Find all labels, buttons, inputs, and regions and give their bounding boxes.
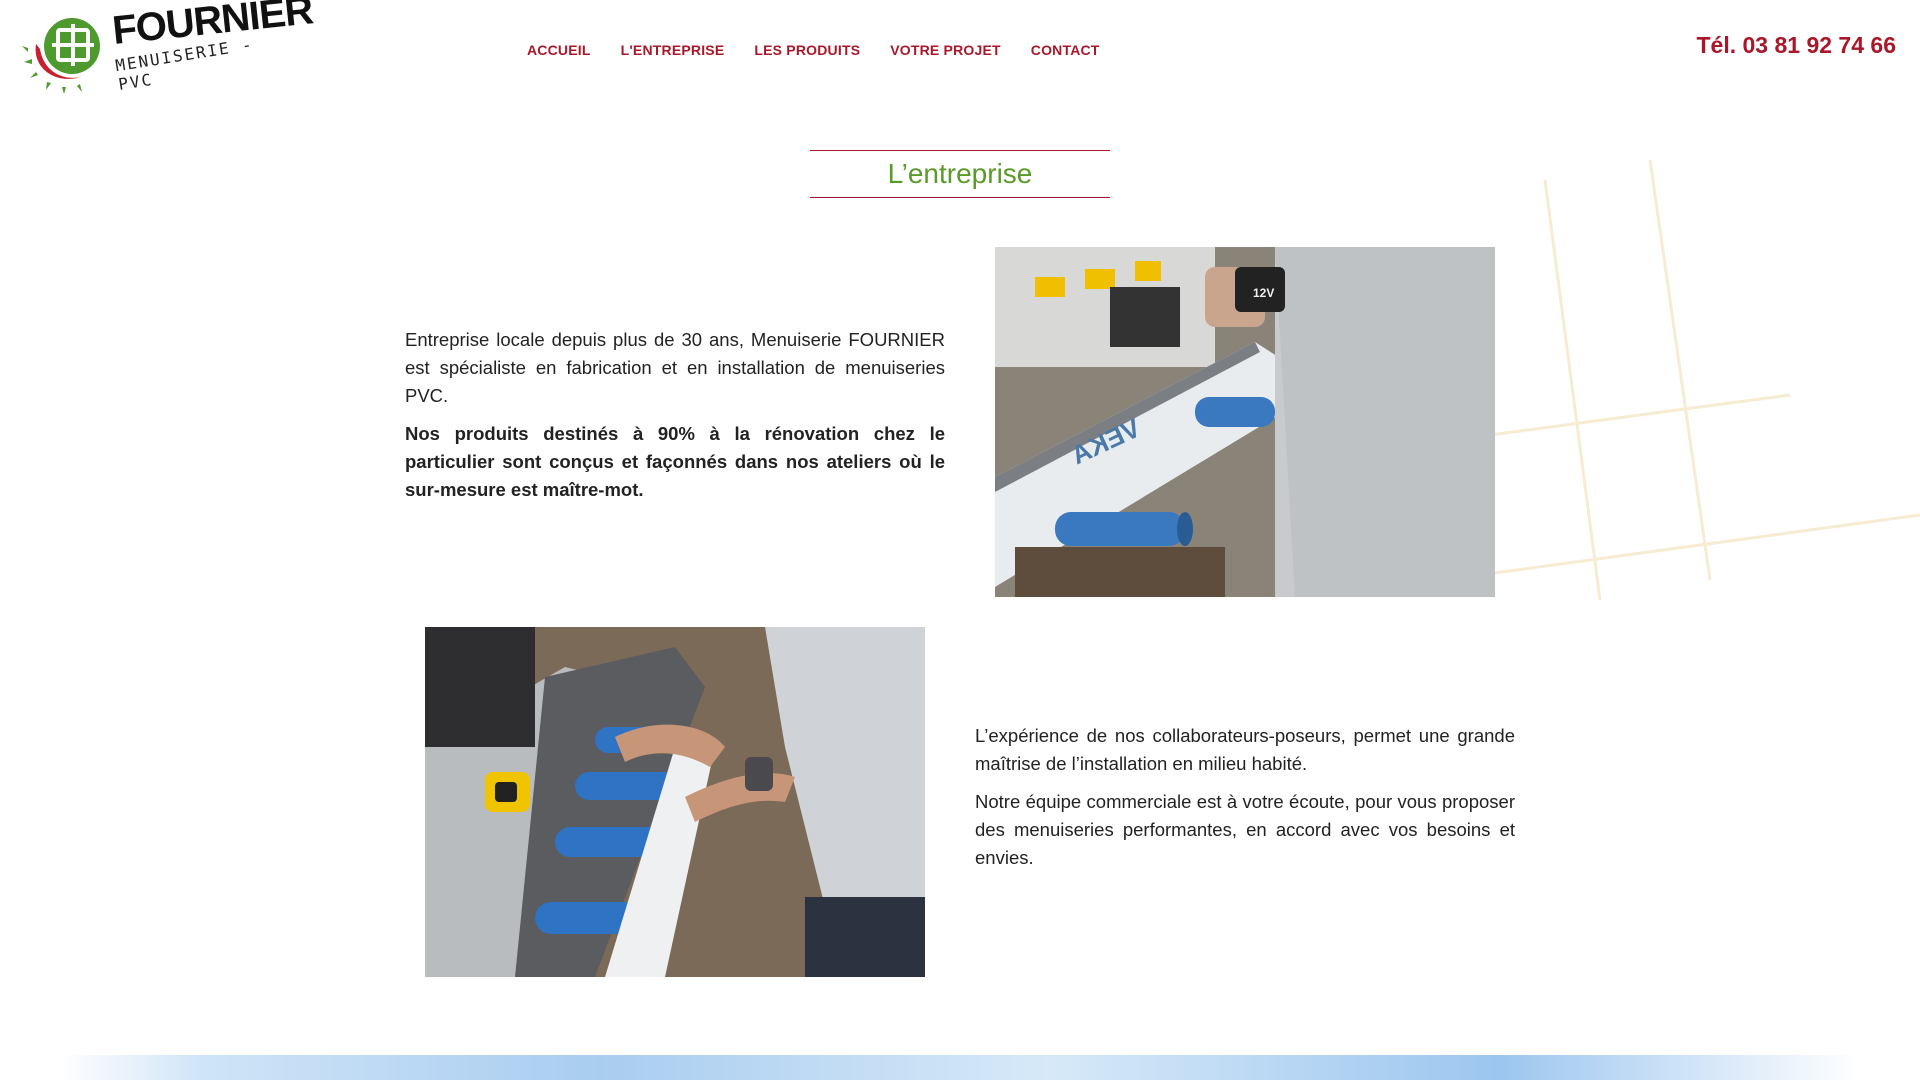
nav-item-accueil[interactable]: ACCUEIL (527, 42, 591, 58)
page-title-frame: L’entreprise (810, 150, 1110, 198)
intro-text: Entreprise locale depuis plus de 30 ans,… (405, 326, 945, 514)
site-header: FOURNIER MENUISERIE - PVC ACCUEIL L'ENTR… (0, 0, 1920, 110)
nav-item-contact[interactable]: CONTACT (1031, 42, 1100, 58)
workshop-photo-drill: 12V VEKA (995, 247, 1495, 597)
nav-item-produits[interactable]: LES PRODUITS (754, 42, 860, 58)
sales-paragraph: Notre équipe commerciale est à votre éco… (975, 791, 1515, 868)
fournier-logo[interactable]: FOURNIER MENUISERIE - PVC (22, 0, 315, 94)
nav-item-projet[interactable]: VOTRE PROJET (890, 42, 1001, 58)
intro-highlight-paragraph: Nos produits destinés à 90% à la rénovat… (405, 423, 945, 500)
intro-paragraph: Entreprise locale depuis plus de 30 ans,… (405, 329, 945, 406)
workshop-photo-measuring (425, 627, 925, 977)
nav-item-entreprise[interactable]: L'ENTREPRISE (621, 42, 725, 58)
main-nav: ACCUEIL L'ENTREPRISE LES PRODUITS VOTRE … (527, 42, 1130, 58)
background-grid-decoration (1480, 159, 1920, 601)
team-text: L’expérience de nos collaborateurs-poseu… (975, 722, 1515, 882)
battery-label: 12V (1253, 286, 1274, 300)
team-paragraph: L’expérience de nos collaborateurs-poseu… (975, 725, 1515, 774)
phone-number[interactable]: Tél. 03 81 92 74 66 (1697, 32, 1897, 59)
logo-emblem-icon (22, 18, 100, 94)
footer-banner-edge (60, 1055, 1860, 1080)
page-title: L’entreprise (887, 158, 1033, 189)
